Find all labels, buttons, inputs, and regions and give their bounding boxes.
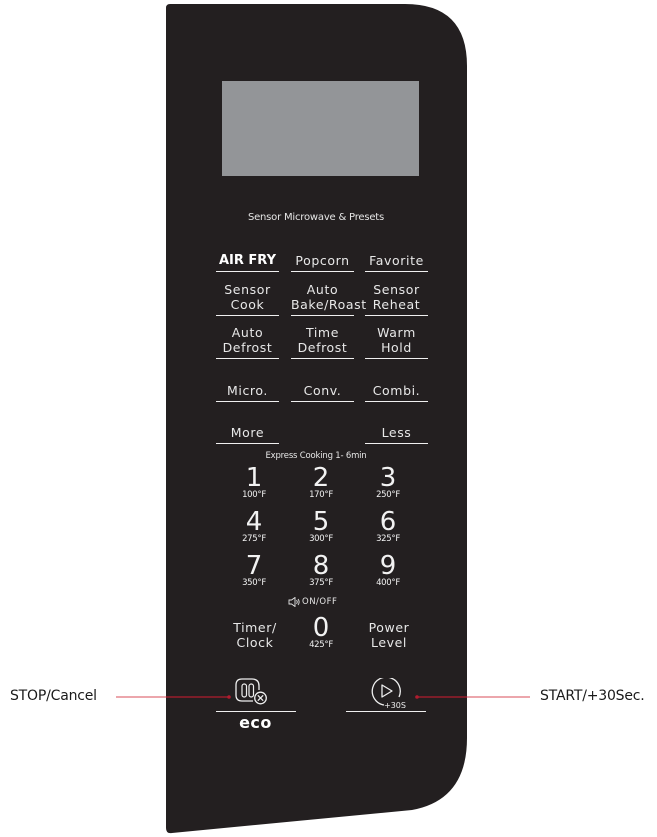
digit-label: 9: [379, 551, 397, 581]
stop-icon: [235, 678, 267, 705]
air-fry-label-line-1: AIR FRY: [218, 253, 277, 268]
combi-label-line-1: Combi.: [372, 383, 421, 398]
time-defrost-label-line-2: Defrost: [297, 340, 348, 355]
stop-cancel-callout: STOP/Cancel: [10, 688, 97, 704]
temperature-label: 400°F: [376, 578, 400, 588]
stop-button-underline: [216, 711, 296, 712]
combi-button[interactable]: Combi.: [365, 378, 428, 402]
sensor-cook-label-line-1: Sensor: [224, 282, 271, 297]
digit-label: 7: [245, 551, 263, 581]
temperature-label: 425°F: [309, 640, 333, 650]
warm-hold-label-line-2: Hold: [381, 340, 412, 355]
number-key-8[interactable]: 8 375°F: [291, 551, 351, 588]
micro-label-line-1: Micro.: [227, 383, 268, 398]
conv-button[interactable]: Conv.: [291, 378, 354, 402]
favorite-button[interactable]: Favorite: [365, 244, 428, 272]
number-key-3[interactable]: 3 250°F: [358, 463, 418, 500]
timer-clock-line-2: Clock: [236, 635, 274, 650]
stop-callout-dot: [227, 695, 231, 699]
warm-hold-button[interactable]: Warm Hold: [365, 323, 428, 359]
play-icon: +30S: [371, 676, 406, 710]
digit-label: 4: [245, 507, 263, 537]
express-cooking-label: Express Cooking 1- 6min: [265, 451, 367, 461]
start-callout-dot: [415, 695, 419, 699]
digit-label: 0: [312, 613, 330, 643]
digit-label: 2: [312, 463, 330, 493]
temperature-label: 350°F: [242, 578, 266, 588]
more-label: More: [230, 425, 265, 440]
power-level-button[interactable]: Power Level: [356, 620, 422, 650]
temperature-label: 170°F: [309, 490, 333, 500]
stop-cancel-button[interactable]: [232, 676, 282, 710]
temperature-label: 275°F: [242, 534, 266, 544]
start-30s-button[interactable]: +30S: [370, 676, 410, 710]
auto-defrost-button[interactable]: Auto Defrost: [216, 323, 279, 359]
warm-hold-label-line-1: Warm: [377, 325, 416, 340]
time-defrost-label-line-1: Time: [306, 325, 339, 340]
sensor-cook-label-line-2: Cook: [230, 297, 265, 312]
popcorn-button[interactable]: Popcorn: [291, 244, 354, 272]
timer-clock-line-1: Timer/: [233, 620, 277, 635]
number-key-5[interactable]: 5 300°F: [291, 507, 351, 544]
temperature-label: 300°F: [309, 534, 333, 544]
less-button[interactable]: Less: [365, 420, 428, 444]
popcorn-label-line-1: Popcorn: [295, 253, 350, 268]
auto-defrost-label-line-2: Defrost: [222, 340, 273, 355]
auto-defrost-label-line-1: Auto: [231, 325, 264, 340]
auto-bake-roast-label-line-1: Auto: [306, 282, 339, 297]
speaker-icon: [288, 597, 300, 607]
power-level-line-2: Level: [371, 635, 407, 650]
start-badge: +30S: [384, 701, 406, 710]
eco-label: eco: [239, 713, 272, 732]
start-callout: START/+30Sec.: [540, 688, 645, 704]
sensor-reheat-button[interactable]: Sensor Reheat: [365, 280, 428, 316]
digit-label: 6: [379, 507, 397, 537]
number-key-2[interactable]: 2 170°F: [291, 463, 351, 500]
temperature-label: 325°F: [376, 534, 400, 544]
time-defrost-button[interactable]: Time Defrost: [291, 323, 354, 359]
number-key-9[interactable]: 9 400°F: [358, 551, 418, 588]
temperature-label: 250°F: [376, 490, 400, 500]
sound-label: ON/OFF: [302, 597, 338, 607]
number-key-7[interactable]: 7 350°F: [224, 551, 284, 588]
auto-bake-roast-label-line-2: Bake/Roast: [291, 297, 367, 312]
section-title: Sensor Microwave & Presets: [247, 212, 385, 223]
sound-toggle-label: ON/OFF: [288, 597, 354, 607]
number-key-1[interactable]: 1 100°F: [224, 463, 284, 500]
digit-label: 1: [245, 463, 263, 493]
sensor-reheat-label-line-1: Sensor: [373, 282, 420, 297]
temperature-label: 100°F: [242, 490, 266, 500]
less-label: Less: [381, 425, 412, 440]
number-key-4[interactable]: 4 275°F: [224, 507, 284, 544]
lcd-display: [222, 81, 419, 176]
timer-clock-button[interactable]: Timer/ Clock: [222, 620, 288, 650]
sensor-reheat-label-line-2: Reheat: [372, 297, 421, 312]
number-key-6[interactable]: 6 325°F: [358, 507, 418, 544]
micro-button[interactable]: Micro.: [216, 378, 279, 402]
sensor-cook-button[interactable]: Sensor Cook: [216, 280, 279, 316]
number-key-0[interactable]: 0 425°F: [291, 613, 351, 650]
power-level-line-1: Power: [368, 620, 410, 635]
start-button-underline: [346, 711, 426, 712]
digit-label: 3: [379, 463, 397, 493]
air-fry-button[interactable]: AIR FRY: [216, 244, 279, 272]
favorite-label-line-1: Favorite: [369, 253, 424, 268]
conv-label-line-1: Conv.: [303, 383, 342, 398]
auto-bake-roast-button[interactable]: Auto Bake/Roast: [291, 280, 367, 316]
digit-label: 5: [312, 507, 330, 537]
digit-label: 8: [312, 551, 330, 581]
more-button[interactable]: More: [216, 420, 279, 444]
temperature-label: 375°F: [309, 578, 333, 588]
